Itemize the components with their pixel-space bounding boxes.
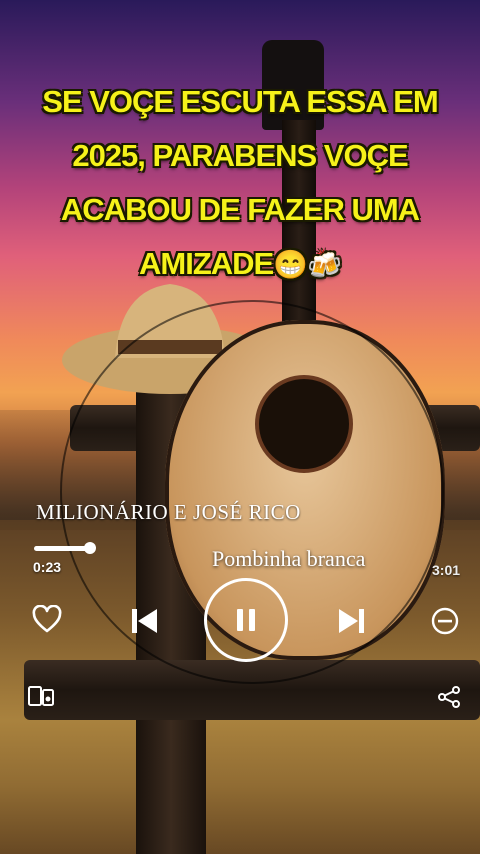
song-title: Pombinha branca — [212, 546, 366, 571]
caption-line-2: 2025, PARABENS VOÇE — [72, 138, 408, 173]
device-button[interactable] — [26, 683, 56, 709]
caption-line-1: SE VOÇE ESCUTA ESSA EM — [42, 84, 438, 119]
caption-text: SE VOÇE ESCUTA ESSA EM 2025, PARABENS VO… — [18, 75, 462, 292]
caption-emoji: 😁🍻 — [273, 249, 342, 280]
caption-line-4-text: AMIZADE — [139, 246, 274, 281]
like-button[interactable] — [30, 602, 64, 636]
share-button[interactable] — [436, 684, 462, 710]
play-pause-button[interactable] — [204, 578, 288, 662]
minus-circle-icon — [431, 607, 459, 635]
artist-name: MILIONÁRIO E JOSÉ RICO — [36, 500, 301, 524]
remove-button[interactable] — [428, 604, 462, 638]
previous-button[interactable] — [126, 603, 162, 639]
video-frame: SE VOÇE ESCUTA ESSA EM 2025, PARABENS VO… — [0, 0, 480, 854]
total-time: 3:01 — [432, 562, 461, 578]
skip-next-icon — [339, 609, 364, 633]
speaker-device-icon — [28, 686, 54, 706]
heart-icon — [32, 605, 62, 633]
next-button[interactable] — [334, 603, 370, 639]
caption-line-4: AMIZADE😁🍻 — [18, 237, 462, 292]
progress-bar-fill[interactable] — [34, 546, 90, 551]
progress-knob[interactable] — [84, 542, 96, 554]
caption-line-3: ACABOU DE FAZER UMA — [60, 192, 420, 227]
pause-icon — [237, 609, 255, 631]
share-icon — [438, 686, 460, 708]
elapsed-time: 0:23 — [33, 559, 62, 575]
skip-previous-icon — [132, 609, 157, 633]
